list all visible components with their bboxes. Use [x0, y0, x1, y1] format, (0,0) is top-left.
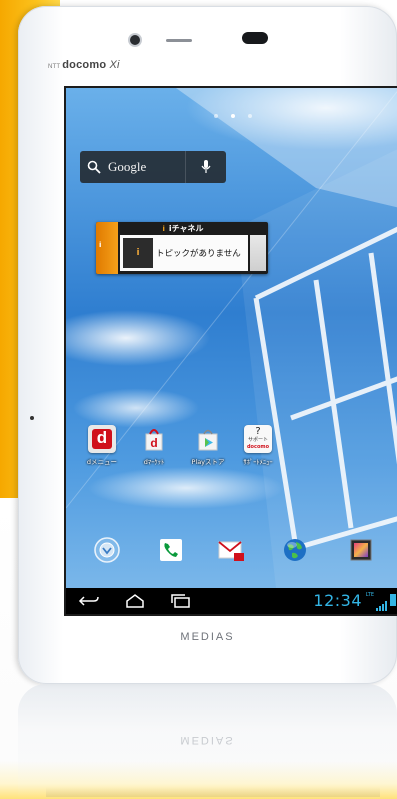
device-reflection: MEDIAS	[18, 684, 397, 799]
back-icon[interactable]	[78, 593, 100, 613]
page-dot[interactable]	[248, 114, 253, 118]
front-camera	[130, 35, 140, 45]
app-support-menu[interactable]: ? サポート docomo ｻﾎﾟｰﾄﾒﾆｭｰ	[230, 425, 286, 466]
support-icon: ? サポート docomo	[244, 425, 272, 453]
app-label: ｻﾎﾟｰﾄﾒﾆｭｰ	[243, 458, 273, 466]
reflection-maker-logo: MEDIAS	[180, 734, 235, 746]
ichannel-logo-icon: i	[123, 238, 153, 268]
ichannel-title: iチャネル	[168, 224, 204, 233]
dock	[66, 533, 397, 573]
app-drawer-icon[interactable]	[90, 533, 124, 567]
app-play-store[interactable]: Playストア	[180, 425, 236, 466]
ichannel-header: i iチャネル	[120, 224, 246, 234]
dmenu-icon: d	[88, 425, 116, 453]
system-nav-bar: 12:34 LTE	[66, 588, 397, 614]
dmarket-icon: d	[140, 425, 168, 453]
status-clock: 12:34	[313, 591, 362, 610]
gallery-icon[interactable]	[344, 533, 378, 567]
ichannel-mini-logo: i	[162, 225, 165, 233]
proximity-sensor	[242, 32, 268, 44]
maker-logo: MEDIAS	[180, 631, 235, 643]
app-dmarket[interactable]: d dﾏｰｹｯﾄ	[126, 425, 182, 466]
mail-icon[interactable]	[214, 533, 248, 567]
ichannel-scrollbar[interactable]	[250, 235, 266, 271]
signal-icon	[376, 596, 388, 614]
screen: Google i i iチャネル i トピックがありません d dメニュー d …	[64, 86, 397, 616]
app-label: Playストア	[191, 458, 225, 466]
support-icon-brand: docomo	[246, 444, 270, 450]
support-icon-text: サポート	[247, 437, 268, 443]
app-dmenu[interactable]: d dメニュー	[74, 425, 130, 466]
ichannel-tab[interactable]: i	[96, 222, 118, 274]
battery-icon	[390, 594, 396, 606]
play-store-icon	[194, 425, 222, 453]
mic-icon[interactable]	[185, 151, 226, 183]
tablet-device: NTT docomo Xi Google i i iチャネル i トピックがあり…	[18, 6, 397, 684]
google-search-widget[interactable]: Google	[80, 151, 226, 183]
carrier-logo: NTT docomo Xi	[48, 59, 120, 71]
ichannel-widget[interactable]: i i iチャネル i トピックがありません	[96, 222, 268, 274]
app-shortcuts: d dメニュー d dﾏｰｹｯﾄ Playストア ? サポート docomo ｻ…	[66, 425, 397, 485]
recent-apps-icon[interactable]	[170, 593, 192, 613]
earpiece-speaker	[166, 39, 192, 42]
side-sensor	[30, 416, 34, 420]
svg-text:d: d	[150, 436, 157, 450]
search-icon[interactable]	[80, 160, 108, 174]
reflection-nav-bar	[46, 787, 380, 797]
support-question-mark: ?	[255, 426, 261, 437]
home-icon[interactable]	[124, 593, 146, 613]
page-indicator	[66, 103, 397, 122]
ichannel-message: トピックがありません	[156, 249, 241, 259]
app-label: dﾏｰｹｯﾄ	[143, 458, 165, 466]
ichannel-content[interactable]: i トピックがありません	[120, 235, 248, 271]
dmenu-d-glyph: d	[92, 429, 112, 449]
ichannel-tab-logo: i	[99, 241, 102, 249]
lte-indicator: LTE	[365, 592, 374, 598]
page-dot-active[interactable]	[231, 114, 235, 118]
page-dot[interactable]	[213, 114, 218, 118]
xi-logo: Xi	[109, 59, 120, 71]
phone-icon[interactable]	[154, 533, 188, 567]
google-search-label[interactable]: Google	[108, 159, 185, 175]
app-label: dメニュー	[86, 458, 118, 466]
globe-icon[interactable]	[278, 533, 312, 567]
